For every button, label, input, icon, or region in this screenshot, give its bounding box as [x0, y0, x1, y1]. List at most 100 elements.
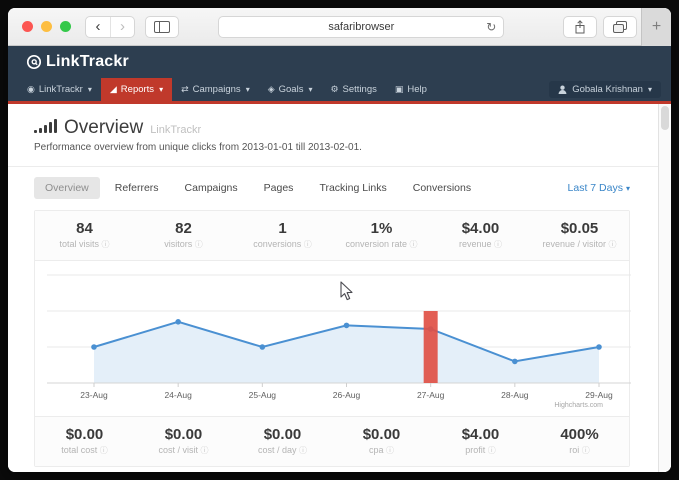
tab-overview-button[interactable] — [603, 16, 637, 38]
x-axis-label: 23-Aug — [80, 390, 108, 400]
stat-label: cost / visit — [158, 445, 200, 455]
tab-pages[interactable]: Pages — [253, 177, 305, 199]
caret-down-icon: ▾ — [159, 85, 163, 94]
caret-down-icon: ▾ — [308, 85, 312, 94]
stat-value: $4.00 — [431, 426, 530, 443]
info-icon[interactable]: ⓘ — [582, 446, 590, 455]
address-bar[interactable]: safaribrowser ↻ — [218, 16, 504, 38]
zoom-window-icon[interactable] — [60, 21, 71, 32]
date-range-dropdown[interactable]: Last 7 Days ▾ — [568, 182, 630, 194]
diamond-icon: ◈ — [268, 85, 275, 94]
url-text: safaribrowser — [328, 21, 394, 33]
menu-item-help[interactable]: ▣ Help — [386, 78, 436, 101]
info-icon[interactable]: ⓘ — [195, 240, 203, 249]
app-menubar: ◉ LinkTrackr ▾ ◢ Reports ▾ ⇄ Campaigns ▾… — [8, 78, 671, 101]
new-tab-button[interactable]: + — [641, 8, 671, 46]
chart-area-fill — [94, 322, 599, 383]
globe-icon: ◉ — [27, 85, 35, 94]
browser-toolbar: ‹ › safaribrowser ↻ — [8, 8, 671, 46]
page-scrollbar[interactable] — [658, 104, 671, 472]
stat-value: $0.00 — [134, 426, 233, 443]
tab-overview[interactable]: Overview — [34, 177, 100, 199]
screenshot-frame: ‹ › safaribrowser ↻ — [0, 0, 679, 480]
info-icon[interactable]: ⓘ — [494, 240, 502, 249]
chart-point — [260, 344, 266, 350]
stat-label: revenue — [459, 239, 494, 249]
info-icon[interactable]: ⓘ — [201, 446, 209, 455]
tabs-row: OverviewReferrersCampaignsPagesTracking … — [34, 177, 630, 199]
sidebar-toggle-button[interactable] — [145, 16, 179, 38]
share-icon — [574, 20, 586, 34]
history-buttons: ‹ › — [85, 16, 135, 38]
app-navbar: LinkTrackr — [8, 46, 671, 78]
forward-button[interactable]: › — [110, 17, 134, 37]
user-menu-button[interactable]: Gobala Krishnan ▾ — [549, 81, 661, 98]
x-axis-label: 27-Aug — [417, 390, 445, 400]
stat-label: visitors — [164, 239, 195, 249]
x-axis-label: 26-Aug — [333, 390, 361, 400]
info-icon[interactable]: ⓘ — [299, 446, 307, 455]
refresh-icon[interactable]: ↻ — [486, 20, 496, 34]
stat-item: $0.00 cost / day ⓘ — [233, 426, 332, 456]
linktrackr-logo-icon — [26, 54, 42, 70]
stat-label: conversions — [253, 239, 304, 249]
brand-text: LinkTrackr — [46, 53, 129, 71]
caret-down-icon: ▾ — [88, 85, 92, 94]
stat-label: cost / day — [258, 445, 299, 455]
stats-bottom-row: $0.00 total cost ⓘ $0.00 cost / visit ⓘ … — [35, 417, 629, 466]
stat-label: profit — [465, 445, 488, 455]
toolbar-right: + — [563, 8, 671, 46]
menu-item-goals[interactable]: ◈ Goals ▾ — [259, 78, 322, 101]
info-icon[interactable]: ⓘ — [304, 240, 312, 249]
tab-conversions[interactable]: Conversions — [402, 177, 482, 199]
minimize-window-icon[interactable] — [41, 21, 52, 32]
info-icon[interactable]: ⓘ — [102, 240, 110, 249]
scrollbar-thumb[interactable] — [661, 106, 669, 130]
user-icon — [558, 85, 567, 94]
menu-item-settings[interactable]: ⚙ Settings — [321, 78, 385, 101]
menu-item-reports[interactable]: ◢ Reports ▾ — [101, 78, 172, 101]
stats-top-row: 84 total visits ⓘ 82 visitors ⓘ 1 conver… — [35, 211, 629, 260]
stat-item: 1% conversion rate ⓘ — [332, 220, 431, 250]
bar-chart-icon: ◢ — [110, 85, 117, 94]
info-icon[interactable]: ⓘ — [488, 446, 496, 455]
stat-value: $0.05 — [530, 220, 629, 237]
tabs: OverviewReferrersCampaignsPagesTracking … — [34, 177, 486, 199]
info-icon[interactable]: ⓘ — [100, 446, 108, 455]
stat-label: total visits — [59, 239, 101, 249]
chart-credit: Highcharts.com — [554, 402, 603, 409]
stat-value: 400% — [530, 426, 629, 443]
tab-tracking-links[interactable]: Tracking Links — [308, 177, 397, 199]
bar-chart-icon — [34, 118, 57, 133]
stat-label: total cost — [61, 445, 100, 455]
window-controls — [22, 21, 71, 32]
tab-referrers[interactable]: Referrers — [104, 177, 170, 199]
page-content: Overview LinkTrackr Performance overview… — [8, 104, 658, 467]
help-icon: ▣ — [395, 85, 404, 94]
overview-panel: 84 total visits ⓘ 82 visitors ⓘ 1 conver… — [34, 210, 630, 467]
brand-logo[interactable]: LinkTrackr — [26, 53, 129, 71]
stat-value: 1% — [332, 220, 431, 237]
page-title-suffix: LinkTrackr — [150, 124, 201, 136]
info-icon[interactable]: ⓘ — [410, 240, 418, 249]
info-icon[interactable]: ⓘ — [609, 240, 617, 249]
stat-item: 84 total visits ⓘ — [35, 220, 134, 250]
close-window-icon[interactable] — [22, 21, 33, 32]
safari-window: ‹ › safaribrowser ↻ — [8, 8, 671, 472]
visits-chart: 23-Aug24-Aug25-Aug26-Aug27-Aug28-Aug29-A… — [39, 271, 639, 411]
stat-item: 1 conversions ⓘ — [233, 220, 332, 250]
stat-value: 82 — [134, 220, 233, 237]
stat-value: $0.00 — [35, 426, 134, 443]
caret-down-icon: ▾ — [246, 85, 250, 94]
share-button[interactable] — [563, 16, 597, 38]
menu-item-linktrackr[interactable]: ◉ LinkTrackr ▾ — [18, 78, 101, 101]
stat-label: cpa — [369, 445, 386, 455]
wrench-icon: ⚙ — [330, 85, 338, 94]
back-button[interactable]: ‹ — [86, 17, 110, 37]
info-icon[interactable]: ⓘ — [386, 446, 394, 455]
stat-value: $0.00 — [233, 426, 332, 443]
sidebar-icon — [154, 21, 170, 33]
page-subtitle: Performance overview from unique clicks … — [34, 142, 630, 153]
tab-campaigns[interactable]: Campaigns — [174, 177, 249, 199]
menu-item-campaigns[interactable]: ⇄ Campaigns ▾ — [172, 78, 259, 101]
